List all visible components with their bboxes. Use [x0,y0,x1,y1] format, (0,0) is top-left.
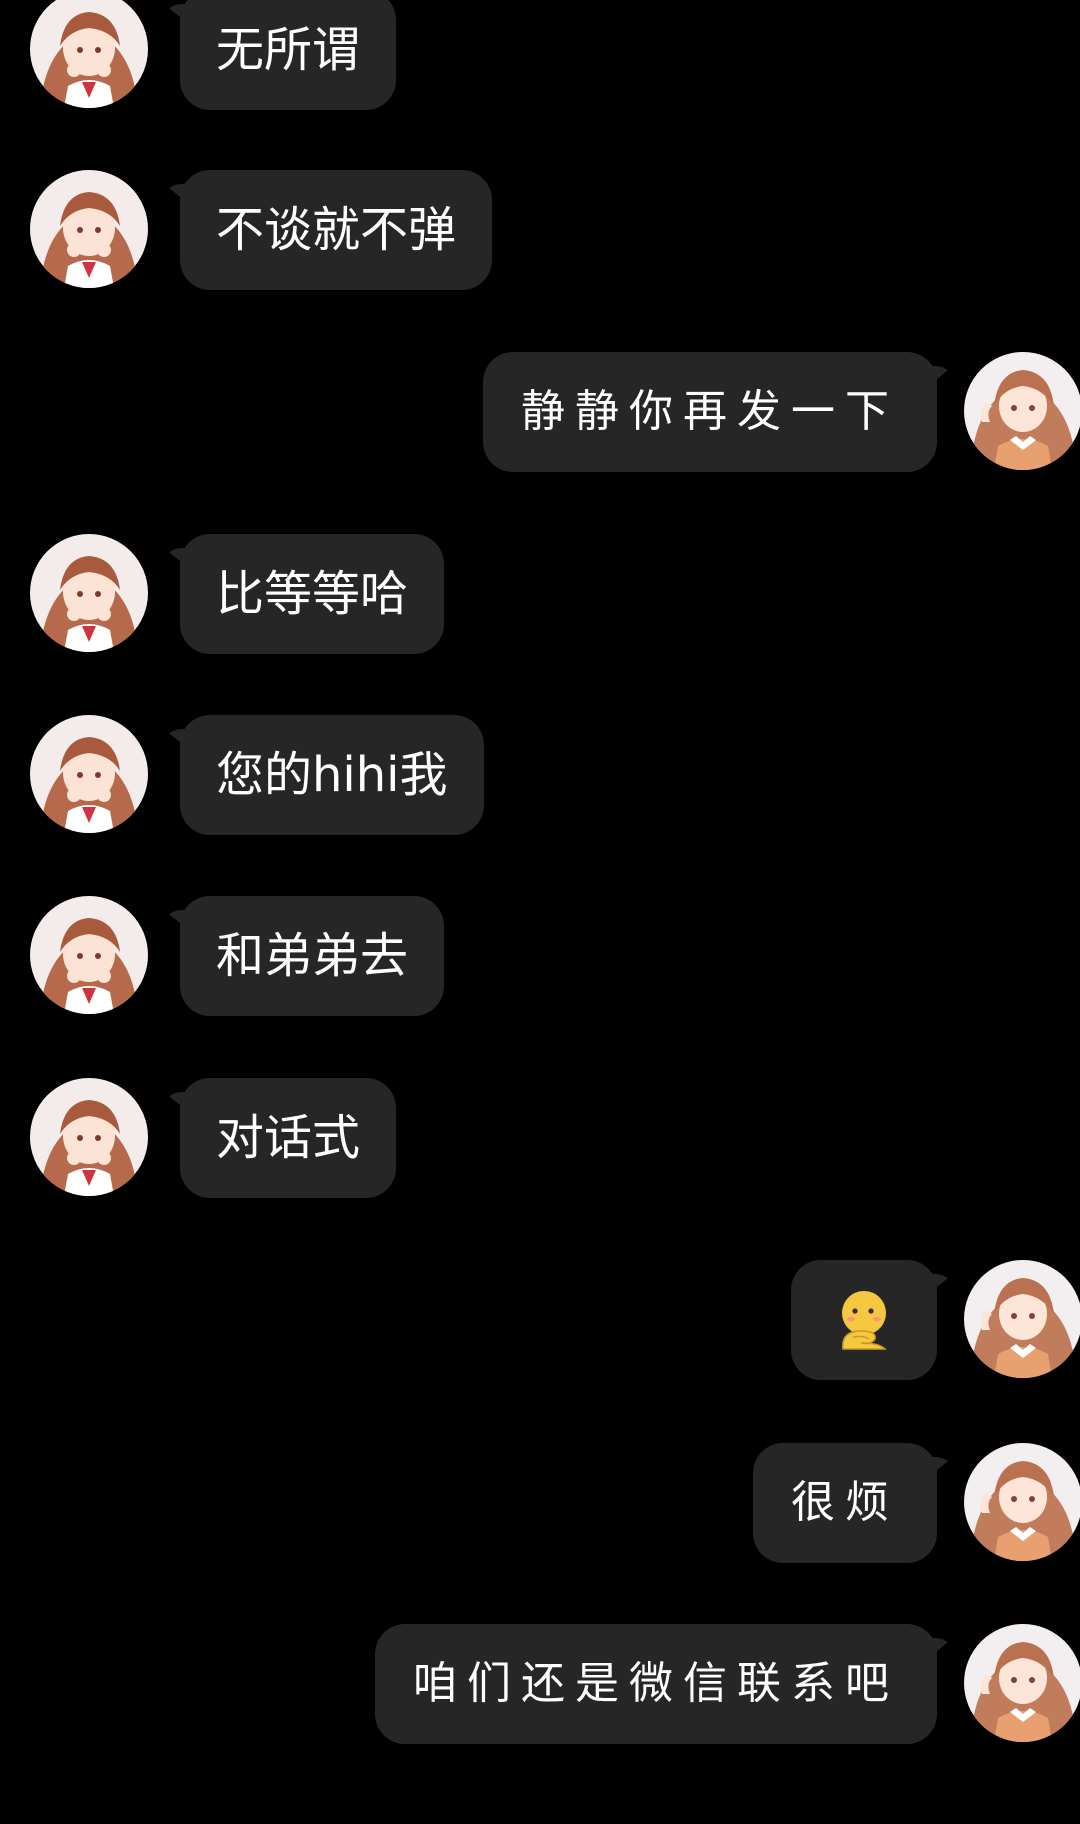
contact-avatar[interactable] [30,1078,148,1196]
message-text: 咱们还是微信联系吧 [413,1658,899,1709]
message-text: 很烦 [791,1477,899,1528]
avatar-image [30,534,148,652]
my-avatar[interactable] [964,1624,1080,1742]
my-avatar[interactable] [964,352,1080,470]
message-text: 您的hihi我 [216,747,448,803]
contact-avatar[interactable] [30,534,148,652]
thinking-emoji-icon [842,1291,887,1350]
avatar-image [30,715,148,833]
contact-avatar[interactable] [30,0,148,108]
avatar-image [964,1260,1080,1378]
message-bubble[interactable]: 比等等哈 [180,534,445,654]
message-text: 不谈就不弹 [216,202,457,258]
avatar-image [964,352,1080,470]
message-row-outgoing: 静静你再发一下 [0,352,1080,472]
message-bubble[interactable]: 对话式 [180,1078,397,1198]
avatar-image [30,0,148,108]
avatar-image [964,1443,1080,1561]
message-text: 和弟弟去 [216,928,409,984]
message-row-incoming: 不谈就不弹 [0,170,1080,290]
message-row-incoming: 和弟弟去 [0,896,1080,1016]
message-bubble[interactable]: 和弟弟去 [180,896,445,1016]
message-row-outgoing [0,1260,1080,1380]
message-bubble[interactable]: 静静你再发一下 [483,352,937,472]
message-bubble[interactable]: 不谈就不弹 [180,170,493,290]
chat-message-list[interactable]: 无所谓 不谈就不弹 静静你再发一下 比等等哈 您的hihi我 和弟弟去 对话式 … [0,0,1080,1824]
message-row-incoming: 对话式 [0,1078,1080,1198]
my-avatar[interactable] [964,1443,1080,1561]
message-row-incoming: 无所谓 [0,0,1080,110]
contact-avatar[interactable] [30,170,148,288]
message-text: 静静你再发一下 [521,386,899,437]
contact-avatar[interactable] [30,715,148,833]
message-row-incoming: 您的hihi我 [0,715,1080,835]
my-avatar[interactable] [964,1260,1080,1378]
message-row-outgoing: 很烦 [0,1443,1080,1563]
message-text: 对话式 [216,1110,361,1166]
message-text: 无所谓 [216,22,361,78]
avatar-image [30,1078,148,1196]
message-bubble[interactable]: 无所谓 [180,0,397,110]
avatar-image [964,1624,1080,1742]
message-bubble[interactable]: 咱们还是微信联系吧 [375,1624,937,1744]
emoji-message-bubble[interactable] [791,1260,937,1380]
message-bubble[interactable]: 您的hihi我 [180,715,484,835]
message-bubble[interactable]: 很烦 [753,1443,937,1563]
message-row-incoming: 比等等哈 [0,534,1080,654]
avatar-image [30,896,148,1014]
message-text: 比等等哈 [216,566,409,622]
avatar-image [30,170,148,288]
contact-avatar[interactable] [30,896,148,1014]
message-row-outgoing: 咱们还是微信联系吧 [0,1624,1080,1744]
